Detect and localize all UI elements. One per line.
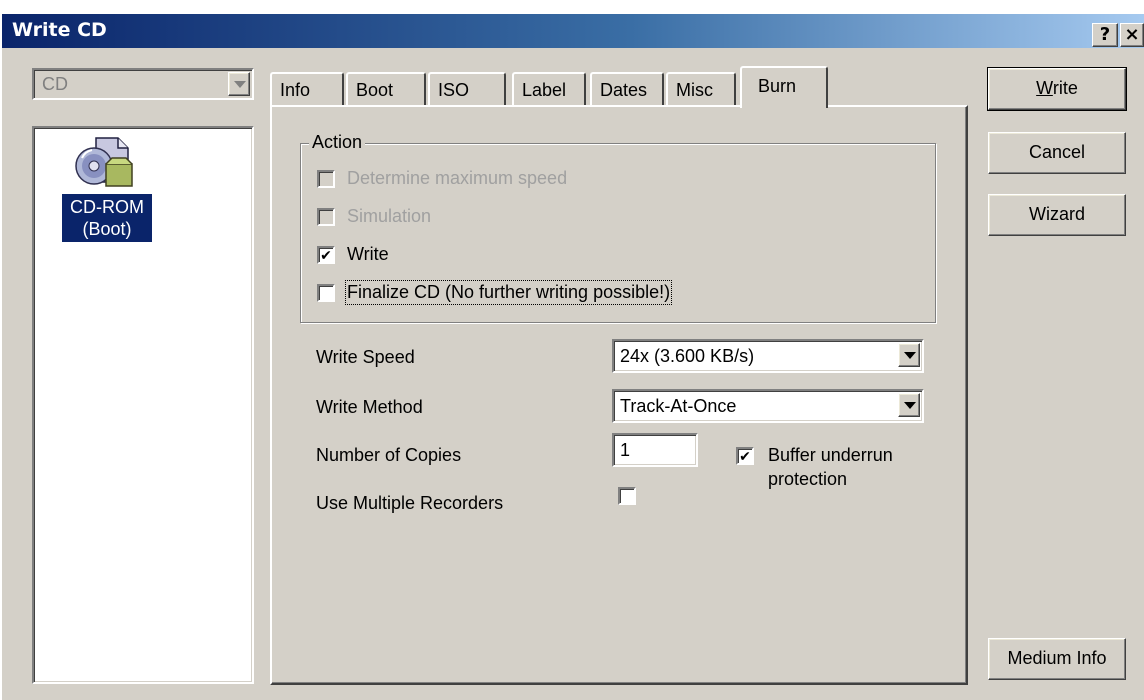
tree-item-label-line1: CD-ROM bbox=[70, 197, 144, 217]
write-checkbox[interactable]: ✔ bbox=[317, 246, 335, 264]
close-button[interactable]: × bbox=[1120, 23, 1144, 47]
write-button-mnemonic: W bbox=[1036, 78, 1053, 98]
write-speed-label: Write Speed bbox=[316, 347, 415, 367]
multiple-recorders-label: Use Multiple Recorders bbox=[316, 493, 504, 513]
tab-boot[interactable]: Boot bbox=[346, 72, 426, 106]
action-groupbox: Action Determine maximum speed Simulatio… bbox=[300, 132, 936, 323]
medium-info-button[interactable]: Medium Info bbox=[988, 638, 1126, 680]
simulation-checkbox bbox=[317, 208, 335, 226]
copies-value: 1 bbox=[620, 440, 631, 460]
write-method-dropdown-button[interactable] bbox=[898, 393, 920, 417]
buffer-underrun-label-line2: protection bbox=[768, 469, 848, 489]
tree-item-cd-rom[interactable]: CD-ROM (Boot) bbox=[62, 194, 152, 242]
tree-item-label-line2: (Boot) bbox=[82, 219, 132, 239]
action-group-label: Action bbox=[309, 132, 366, 153]
write-checkbox-label: Write bbox=[347, 244, 389, 264]
burn-tab-panel: Action Determine maximum speed Simulatio… bbox=[270, 105, 968, 685]
write-method-select[interactable]: Track-At-Once bbox=[612, 389, 924, 423]
window-title: Write CD bbox=[12, 19, 107, 41]
tab-dates[interactable]: Dates bbox=[590, 72, 664, 106]
tab-iso[interactable]: ISO bbox=[428, 72, 506, 106]
title-bar: Write CD ? × bbox=[2, 2, 1144, 48]
tab-misc[interactable]: Misc bbox=[666, 72, 736, 106]
drive-select[interactable]: CD bbox=[32, 68, 254, 100]
chevron-down-icon bbox=[234, 81, 246, 88]
write-speed-dropdown-button[interactable] bbox=[898, 343, 920, 367]
drive-select-dropdown-button[interactable] bbox=[228, 72, 250, 96]
buffer-underrun-label-line1: Buffer underrun bbox=[768, 445, 893, 465]
chevron-down-icon bbox=[904, 352, 916, 359]
write-button-label: rite bbox=[1052, 78, 1078, 98]
tab-burn[interactable]: Burn bbox=[740, 66, 828, 108]
drive-select-value: CD bbox=[42, 74, 68, 94]
determine-max-speed-checkbox bbox=[317, 170, 335, 188]
multiple-recorders-checkbox[interactable] bbox=[618, 487, 636, 505]
help-button[interactable]: ? bbox=[1092, 23, 1118, 47]
buffer-underrun-label: Buffer underrun protection bbox=[768, 443, 893, 491]
finalize-cd-checkbox[interactable] bbox=[317, 284, 335, 302]
copies-input[interactable]: 1 bbox=[612, 433, 698, 467]
write-speed-value: 24x (3.600 KB/s) bbox=[620, 346, 755, 366]
write-speed-select[interactable]: 24x (3.600 KB/s) bbox=[612, 339, 924, 373]
determine-max-speed-label: Determine maximum speed bbox=[347, 168, 568, 188]
write-method-label: Write Method bbox=[316, 397, 423, 417]
buffer-underrun-checkbox[interactable]: ✔ bbox=[736, 447, 754, 465]
image-tree-panel[interactable]: CD-ROM (Boot) bbox=[32, 126, 254, 684]
cd-rom-icon[interactable] bbox=[74, 136, 136, 194]
cancel-button[interactable]: Cancel bbox=[988, 132, 1126, 174]
finalize-cd-label: Finalize CD (No further writing possible… bbox=[344, 280, 673, 305]
wizard-button[interactable]: Wizard bbox=[988, 194, 1126, 236]
write-button[interactable]: Write bbox=[987, 67, 1127, 111]
write-method-value: Track-At-Once bbox=[620, 396, 737, 416]
simulation-label: Simulation bbox=[347, 206, 432, 226]
chevron-down-icon bbox=[904, 402, 916, 409]
tab-label[interactable]: Label bbox=[512, 72, 586, 106]
copies-label: Number of Copies bbox=[316, 445, 462, 465]
write-cd-dialog: Write CD ? × CD CD-ROM (Boot) Info Boot … bbox=[0, 0, 1144, 700]
tab-info[interactable]: Info bbox=[270, 72, 344, 106]
